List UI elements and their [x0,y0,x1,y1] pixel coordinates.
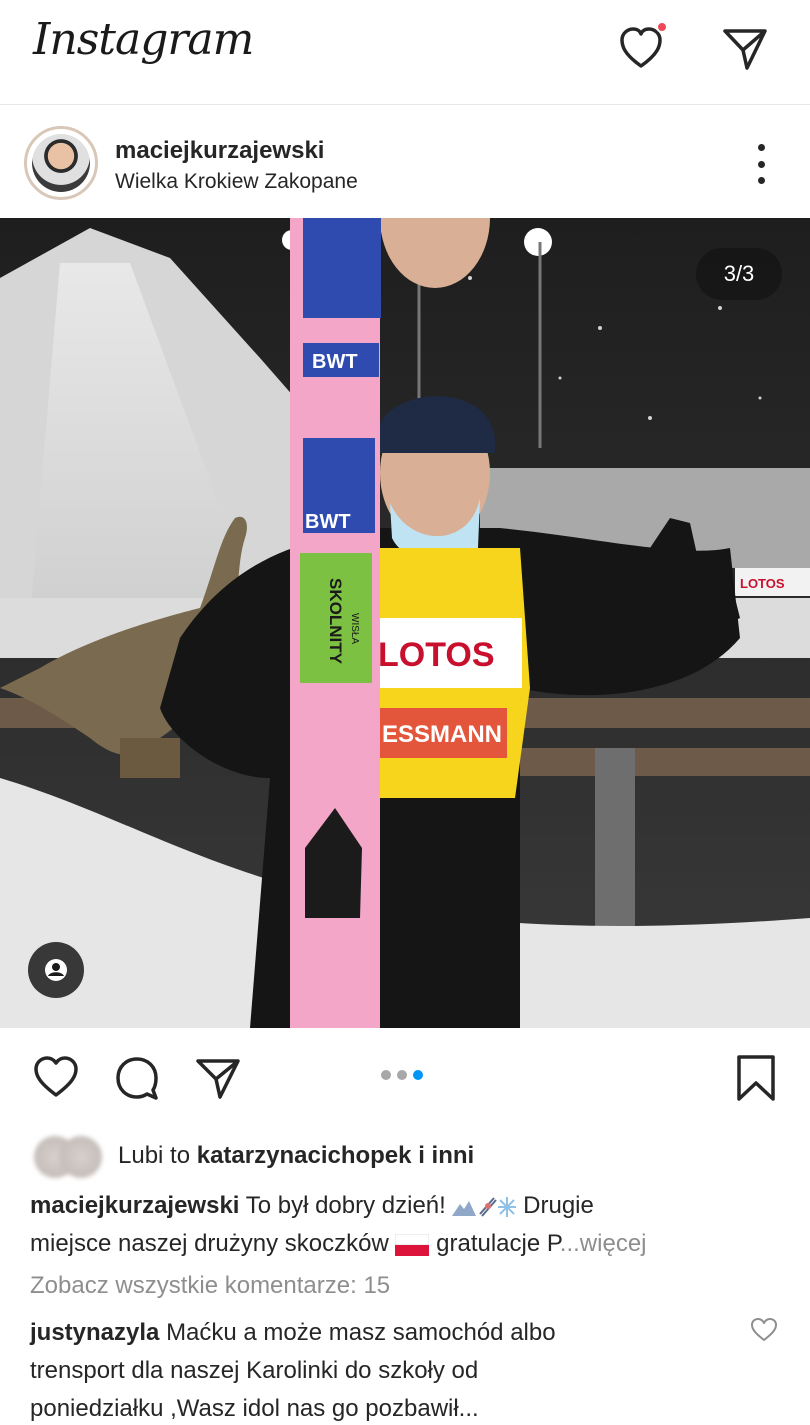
caption-more-link[interactable]: ...więcej [560,1230,647,1257]
like-heart-icon[interactable] [30,1052,82,1104]
ski-brand-1-text: BWT [312,351,358,373]
carousel-dot [381,1070,391,1080]
post-header: maciejkurzajewski Wielka Krokiew Zakopan… [0,106,810,218]
post-photo[interactable]: LOTOS LOTOS ESSMANN BWT BWT SKOLNITY WIS… [0,218,810,1028]
ski-brand-2-text: BWT [305,511,351,533]
instagram-logo[interactable]: Instagram [33,14,254,65]
likes-row[interactable]: Lubi to katarzynacichopek i inni [34,1136,774,1178]
caption-username[interactable]: maciejkurzajewski [30,1192,239,1219]
comment-line-1: justynazyla Maćku a może masz samochód a… [30,1314,730,1352]
post-caption: maciejkurzajewski To był dobry dzień! Dr… [30,1187,780,1263]
tagged-users-button[interactable] [28,942,84,998]
user-tag-icon [45,959,67,981]
liker-avatars [34,1136,106,1178]
post-actions [0,1028,810,1128]
likes-prefix: Lubi to [118,1142,191,1169]
comment-text: Maćku a może masz samochód albo [166,1319,556,1346]
direct-message-icon[interactable] [718,22,772,76]
likes-suffix[interactable]: i inni [418,1142,474,1169]
likes-user[interactable]: katarzynacichopek [197,1142,412,1169]
more-options-icon[interactable] [746,144,776,184]
liker-avatar [60,1136,102,1178]
banner-text: LOTOS [740,576,785,591]
ski-sticker-text: SKOLNITY [326,578,345,665]
caption-text: To był dobry dzień! [245,1192,446,1219]
top-bar: Instagram [0,0,810,105]
poland-flag-icon [395,1233,430,1256]
comment-like-icon[interactable] [749,1315,779,1345]
comment-text-3: poniedziałku ,Wasz idol nas go pozbawił.… [30,1395,479,1422]
comment-icon[interactable] [111,1052,163,1104]
carousel-counter: 3/3 [696,248,782,300]
caption-text-3: miejsce naszej drużyny skoczków [30,1230,389,1257]
notification-dot [656,21,668,33]
comment: justynazyla Maćku a może masz samochód a… [30,1314,730,1425]
likes-text: Lubi to katarzynacichopek i inni [118,1142,474,1170]
caption-text-4: gratulacje P [436,1230,560,1257]
caption-text-2: Drugie [523,1192,594,1219]
carousel-dots [381,1070,423,1080]
carousel-dot [397,1070,407,1080]
bookmark-icon[interactable] [730,1052,782,1104]
mountain-ski-snowflake-emoji-icon [452,1196,517,1217]
share-icon[interactable] [192,1052,244,1104]
caption-line-1: maciejkurzajewski To był dobry dzień! Dr… [30,1187,780,1225]
comment-text-2: trensport dla naszej Karolinki do szkoły… [30,1357,479,1384]
bib-sponsor-2-text: ESSMANN [382,721,502,748]
post-username[interactable]: maciejkurzajewski [115,137,324,165]
bib-sponsor-text: LOTOS [378,636,495,674]
comment-username[interactable]: justynazyla [30,1319,159,1346]
carousel-dot-active [413,1070,423,1080]
avatar[interactable] [24,126,98,200]
post-location[interactable]: Wielka Krokiew Zakopane [115,170,358,194]
avatar-image [32,134,90,192]
ski-sticker-small-text: WISŁA [349,613,360,644]
view-all-comments-link[interactable]: Zobacz wszystkie komentarze: 15 [30,1272,390,1300]
photo-illustration: LOTOS LOTOS ESSMANN BWT BWT SKOLNITY WIS… [0,218,810,1028]
caption-line-2: miejsce naszej drużyny skoczków gratulac… [30,1225,780,1263]
